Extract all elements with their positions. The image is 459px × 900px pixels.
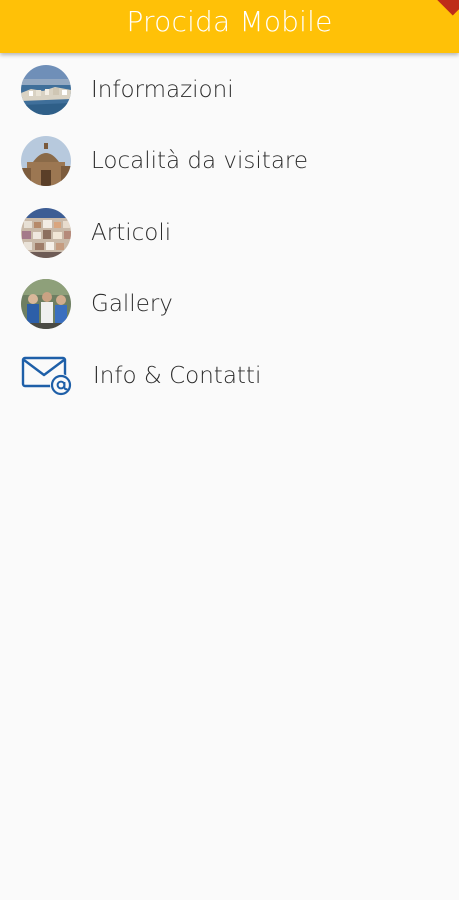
app-title: Procida Mobile	[126, 5, 333, 38]
menu-item-label: Articoli	[91, 219, 172, 246]
village-houses-photo-thumbnail	[21, 207, 71, 258]
debug-banner	[424, 0, 459, 16]
church-dome-photo-thumbnail	[21, 136, 71, 187]
menu-item-label: Località da visitare	[91, 148, 309, 175]
menu-item-label: Info & Contatti	[93, 362, 262, 389]
menu-item-label: Gallery	[91, 291, 173, 318]
menu-list: Informazioni Località da visitare Artico…	[0, 54, 459, 412]
app-bar: Procida Mobile	[0, 0, 459, 53]
harbor-photo-thumbnail	[21, 64, 71, 115]
mail-at-icon	[21, 355, 73, 397]
menu-item-localita[interactable]: Località da visitare	[0, 126, 459, 198]
menu-item-label: Informazioni	[91, 76, 234, 103]
menu-item-info-contatti[interactable]: Info & Contatti	[0, 340, 459, 412]
menu-item-informazioni[interactable]: Informazioni	[0, 54, 459, 126]
menu-item-articoli[interactable]: Articoli	[0, 197, 459, 269]
procession-photo-thumbnail	[21, 279, 71, 330]
menu-item-gallery[interactable]: Gallery	[0, 269, 459, 341]
